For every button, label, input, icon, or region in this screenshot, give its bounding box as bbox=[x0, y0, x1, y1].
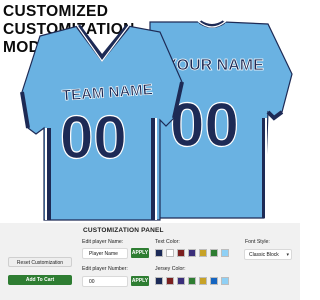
apply-number-button[interactable]: APPLY bbox=[131, 276, 149, 286]
player-name-input[interactable]: Player Name bbox=[82, 248, 128, 259]
text-color-swatch[interactable] bbox=[166, 249, 174, 257]
reset-customization-button[interactable]: Reset Customization bbox=[8, 257, 72, 267]
back-number: 00 bbox=[170, 91, 239, 160]
jersey-color-swatch[interactable] bbox=[155, 277, 163, 285]
text-color-swatch[interactable] bbox=[177, 249, 185, 257]
front-number: 00 bbox=[60, 104, 127, 171]
jersey-illustration: YOUR NAME 00 TEAM NAME 00 bbox=[20, 20, 293, 221]
player-number-label: Edit player Number: bbox=[82, 266, 128, 272]
jersey-color-swatch[interactable] bbox=[221, 277, 229, 285]
text-color-swatch[interactable] bbox=[188, 249, 196, 257]
add-to-cart-button[interactable]: Add To Cart bbox=[8, 275, 72, 285]
jersey-color-swatch[interactable] bbox=[188, 277, 196, 285]
text-color-label: Text Color: bbox=[155, 239, 180, 245]
font-style-value: Classic Block bbox=[249, 252, 279, 258]
apply-name-button[interactable]: APPLY bbox=[131, 248, 149, 258]
jersey-color-swatch[interactable] bbox=[166, 277, 174, 285]
back-player-name: YOUR NAME bbox=[166, 57, 264, 74]
text-color-swatch[interactable] bbox=[221, 249, 229, 257]
panel-title: CUSTOMIZATION PANEL bbox=[83, 227, 164, 234]
player-number-input[interactable]: 00 bbox=[82, 276, 128, 287]
jersey-front: TEAM NAME 00 bbox=[20, 23, 184, 221]
jersey-color-swatch[interactable] bbox=[177, 277, 185, 285]
jersey-color-label: Jersey Color: bbox=[155, 266, 186, 272]
jersey-color-swatch[interactable] bbox=[199, 277, 207, 285]
text-color-swatch[interactable] bbox=[155, 249, 163, 257]
font-style-select[interactable]: Classic Block ▾ bbox=[244, 249, 292, 260]
chevron-down-icon: ▾ bbox=[286, 252, 289, 258]
text-color-swatch[interactable] bbox=[210, 249, 218, 257]
font-style-label: Font Style: bbox=[245, 239, 270, 245]
text-color-swatch[interactable] bbox=[199, 249, 207, 257]
jersey-preview: YOUR NAME 00 TEAM NAME 00 bbox=[0, 0, 300, 225]
jersey-color-swatch[interactable] bbox=[210, 277, 218, 285]
player-name-label: Edit player Name: bbox=[82, 239, 124, 245]
